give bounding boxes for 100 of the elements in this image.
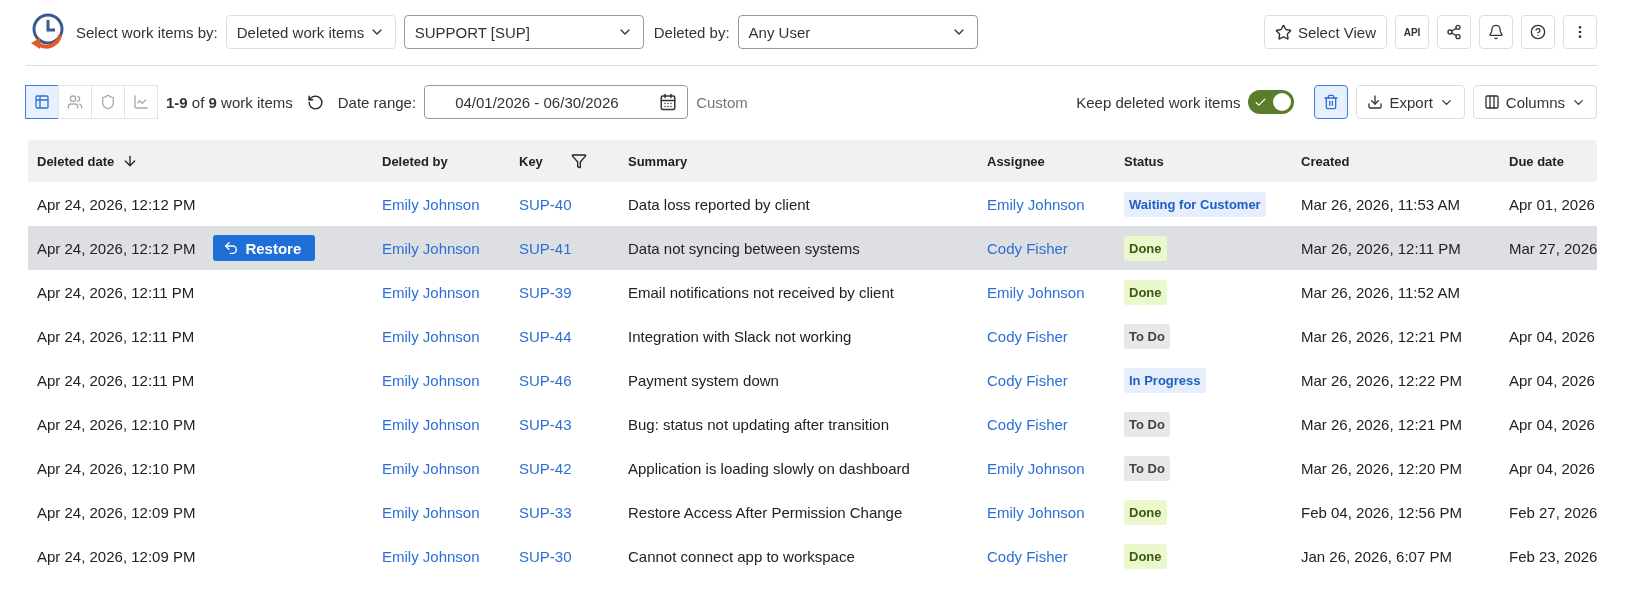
deleted-by-link[interactable]: Emily Johnson <box>382 415 519 433</box>
assignee-link[interactable]: Emily Johnson <box>987 283 1124 301</box>
summary-cell-text: Data loss reported by client <box>628 195 811 213</box>
key-link[interactable]: SUP-39 <box>519 283 628 301</box>
help-icon <box>1530 24 1546 40</box>
calendar-icon <box>659 93 678 111</box>
deleted-date: Apr 24, 2026, 12:09 PM <box>37 547 196 565</box>
column-header[interactable]: Deleted date <box>37 153 115 169</box>
summary-cell-text: Bug: status not updating after transition <box>628 415 890 433</box>
refresh-icon[interactable] <box>306 93 324 111</box>
range-type-label: Custom <box>696 93 748 111</box>
api-button[interactable]: API <box>1395 15 1429 49</box>
deleted-by-label: Deleted by: <box>653 23 730 41</box>
user-dropdown[interactable]: Any User <box>737 15 978 49</box>
assignee-link[interactable]: Emily Johnson <box>987 195 1124 213</box>
deleted-by-link[interactable]: Emily Johnson <box>382 371 519 389</box>
date-range-field[interactable]: 04/01/2026 - 06/30/2026 <box>424 85 689 119</box>
select-view-button[interactable]: Select View <box>1263 15 1387 49</box>
status-badge: Done <box>1124 543 1167 569</box>
created-date: Mar 26, 2026, 11:52 AM <box>1301 283 1461 301</box>
deleted-by-link[interactable]: Emily Johnson <box>382 195 519 213</box>
deleted-by-link[interactable]: Emily Johnson <box>382 547 519 565</box>
status-badge: Done <box>1124 499 1167 525</box>
summary-cell-text: Data not syncing between systems <box>628 239 861 257</box>
key-link[interactable]: SUP-43 <box>519 415 628 433</box>
status-badge: Done <box>1124 235 1167 261</box>
key-link[interactable]: SUP-30 <box>519 547 628 565</box>
column-header[interactable]: Deleted by <box>382 153 448 169</box>
item-count: 1-9 of 9 work items <box>166 93 293 111</box>
created-date: Mar 26, 2026, 12:11 PM <box>1301 239 1462 257</box>
deleted-date: Apr 24, 2026, 12:10 PM <box>37 415 196 433</box>
column-header[interactable]: Created <box>1301 153 1350 169</box>
bell-icon <box>1488 24 1504 40</box>
due-date: Apr 04, 2026 <box>1509 415 1595 433</box>
table-icon <box>34 94 50 110</box>
assignee-link[interactable]: Emily Johnson <box>987 503 1124 521</box>
summary-cell-text: Integration with Slack not working <box>628 327 853 345</box>
key-link[interactable]: SUP-42 <box>519 459 628 477</box>
column-header[interactable]: Status <box>1124 153 1164 169</box>
columns-button[interactable]: Columns <box>1472 85 1597 119</box>
notifications-button[interactable] <box>1479 15 1513 49</box>
deleted-by-link[interactable]: Emily Johnson <box>382 459 519 477</box>
column-header[interactable]: Summary <box>628 153 688 169</box>
summary-cell-text: Cannot connect app to workspace <box>628 547 856 565</box>
export-button[interactable]: Export <box>1356 85 1465 119</box>
summary-cell-text: Application is loading slowly on dashboard <box>628 459 911 477</box>
project-dropdown[interactable]: SUPPORT [SUP] <box>403 15 644 49</box>
status-badge: In Progress <box>1124 367 1206 393</box>
deleted-by-link[interactable]: Emily Johnson <box>382 283 519 301</box>
key-link[interactable]: SUP-40 <box>519 195 628 213</box>
created-date: Jan 26, 2026, 6:07 PM <box>1301 547 1453 565</box>
due-date: Mar 27, 2026 <box>1509 239 1598 257</box>
due-date: Apr 01, 2026 <box>1509 195 1595 213</box>
deleted-date: Apr 24, 2026, 12:09 PM <box>37 503 196 521</box>
deleted-date: Apr 24, 2026, 12:11 PM <box>37 283 195 301</box>
assignee-link[interactable]: Emily Johnson <box>987 459 1124 477</box>
share-button[interactable] <box>1437 15 1471 49</box>
created-date: Mar 26, 2026, 12:21 PM <box>1301 415 1463 433</box>
created-date: Mar 26, 2026, 12:21 PM <box>1301 327 1463 345</box>
keep-deleted-toggle[interactable] <box>1248 90 1295 114</box>
summary-cell-text: Email notifications not received by client <box>628 283 895 301</box>
assignee-link[interactable]: Cody Fisher <box>987 371 1124 389</box>
deleted-date: Apr 24, 2026, 12:10 PM <box>37 459 196 477</box>
assignee-link[interactable]: Cody Fisher <box>987 547 1124 565</box>
created-date: Mar 26, 2026, 11:53 AM <box>1301 195 1461 213</box>
due-date: Feb 23, 2026 <box>1509 547 1598 565</box>
created-date: Feb 04, 2026, 12:56 PM <box>1301 503 1463 521</box>
deleted-date: Apr 24, 2026, 12:11 PM <box>37 327 195 345</box>
select-label: Select work items by: <box>76 23 218 41</box>
deleted-by-link[interactable]: Emily Johnson <box>382 239 519 257</box>
assignee-link[interactable]: Cody Fisher <box>987 327 1124 345</box>
keep-deleted-label: Keep deleted work items <box>1076 93 1241 111</box>
download-icon <box>1367 94 1384 110</box>
deleted-by-link[interactable]: Emily Johnson <box>382 503 519 521</box>
view-mode-button[interactable] <box>25 85 59 119</box>
mode-dropdown[interactable]: Deleted work items <box>225 15 396 49</box>
help-button[interactable] <box>1521 15 1555 49</box>
restore-button[interactable]: Restore <box>213 235 316 261</box>
assignee-link[interactable]: Cody Fisher <box>987 239 1124 257</box>
summary-cell-text: Payment system down <box>628 371 780 389</box>
key-link[interactable]: SUP-46 <box>519 371 628 389</box>
deleted-by-link[interactable]: Emily Johnson <box>382 327 519 345</box>
due-date: Apr 04, 2026 <box>1509 371 1595 389</box>
column-header[interactable]: Key <box>519 153 543 169</box>
trash-icon <box>1323 94 1340 110</box>
column-header[interactable]: Due date <box>1509 153 1564 169</box>
trash-restore-button[interactable] <box>1314 85 1349 119</box>
star-icon <box>1274 23 1292 41</box>
due-date: Feb 27, 2026 <box>1509 503 1598 521</box>
filter-icon[interactable] <box>570 153 587 169</box>
undo-icon <box>223 240 240 256</box>
created-date: Mar 26, 2026, 12:20 PM <box>1301 459 1463 477</box>
key-link[interactable]: SUP-41 <box>519 239 628 257</box>
key-link[interactable]: SUP-44 <box>519 327 628 345</box>
table-row[interactable]: Apr 24, 2026, 12:12 PM Restore Emily Johnson SUP-41 Data not syncing between systems Cody Fisher Done Mar 26, 2026, 12:11 PM Mar 27, 2026 <box>28 226 1597 270</box>
assignee-link[interactable]: Cody Fisher <box>987 415 1124 433</box>
key-link[interactable]: SUP-33 <box>519 503 628 521</box>
column-header[interactable]: Assignee <box>987 153 1045 169</box>
due-date: Apr 04, 2026 <box>1509 459 1595 477</box>
deleted-date: Apr 24, 2026, 12:12 PM <box>37 239 196 257</box>
